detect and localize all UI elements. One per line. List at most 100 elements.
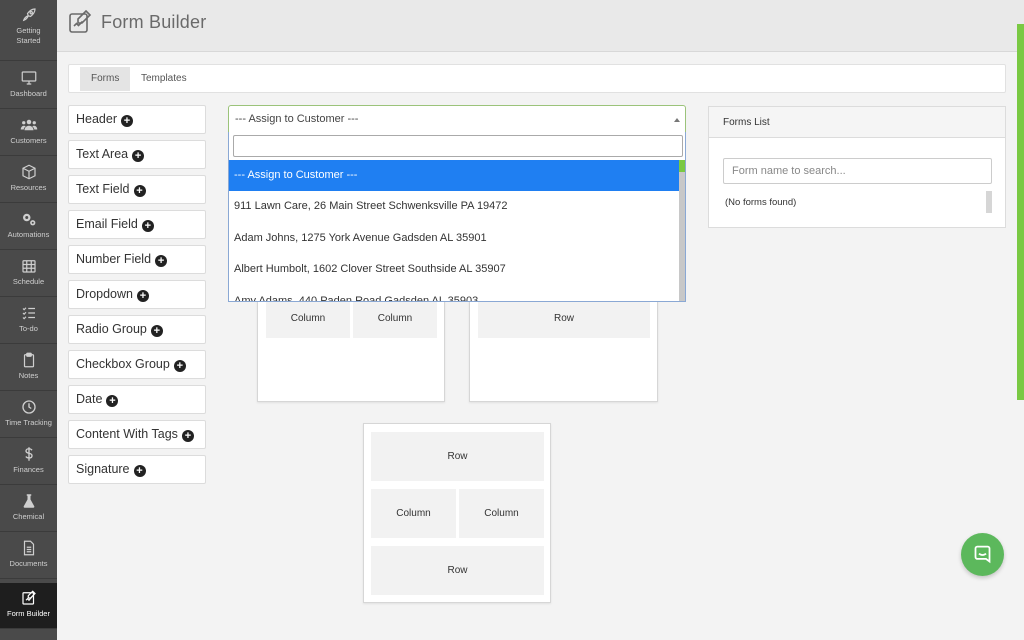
dropdown-scrollbar-marker xyxy=(679,160,685,172)
add-signature-button[interactable]: Signature + xyxy=(68,455,206,484)
add-text-field-button[interactable]: Text Field + xyxy=(68,175,206,204)
sidebar-item-label: Getting xyxy=(16,26,41,35)
sidebar-item-label: Automations xyxy=(7,230,50,239)
form-search-input[interactable] xyxy=(723,158,992,184)
sidebar-item-chemical[interactable]: Chemical xyxy=(0,486,57,532)
sidebar-item-label: Resources xyxy=(10,183,47,192)
field-label: Number Field xyxy=(76,252,152,266)
sidebar-item-label: Form Builder xyxy=(7,609,50,618)
sidebar-item-resources[interactable]: Resources xyxy=(0,157,57,203)
sidebar-item-dashboard[interactable]: Dashboard xyxy=(0,63,57,109)
layout-column: Column xyxy=(266,298,350,338)
dropdown-option[interactable]: --- Assign to Customer --- xyxy=(229,160,679,191)
page-title: Form Builder xyxy=(101,12,207,32)
dropdown-option[interactable]: Adam Johns, 1275 York Avenue Gadsden AL … xyxy=(229,223,679,254)
monitor-icon xyxy=(21,71,36,85)
layout-column: Column xyxy=(371,489,456,538)
sidebar-item-label: Started xyxy=(16,36,41,45)
sidebar-item-time-tracking[interactable]: Time Tracking xyxy=(0,392,57,438)
field-label: Checkbox Group xyxy=(76,357,170,371)
add-radio-group-button[interactable]: Radio Group + xyxy=(68,315,206,344)
sidebar-item-label: Dashboard xyxy=(10,89,47,98)
field-label: Text Field xyxy=(76,182,130,196)
plus-icon: + xyxy=(132,150,145,162)
dropdown-scrollbar[interactable] xyxy=(679,160,685,301)
clipboard-icon xyxy=(23,352,34,368)
sidebar-item-form-builder[interactable]: Form Builder xyxy=(0,583,57,629)
gears-icon xyxy=(22,213,35,226)
sidebar-item-todo[interactable]: To-do xyxy=(0,298,57,344)
add-date-button[interactable]: Date + xyxy=(68,385,206,414)
dropdown-option[interactable]: Albert Humbolt, 1602 Clover Street South… xyxy=(229,254,679,285)
forms-list-title: Forms List xyxy=(709,107,1005,138)
layout-row: Row xyxy=(478,298,650,338)
layout-column: Column xyxy=(353,298,437,338)
sidebar-item-label: Notes xyxy=(18,371,39,380)
plus-icon: + xyxy=(150,325,163,337)
form-builder-icon xyxy=(21,590,36,605)
plus-icon: + xyxy=(106,395,119,407)
assign-customer-select[interactable]: --- Assign to Customer --- xyxy=(228,105,686,133)
chat-icon xyxy=(974,545,991,564)
customer-dropdown-panel: --- Assign to Customer --- 911 Lawn Care… xyxy=(228,132,686,302)
plus-icon: + xyxy=(136,290,149,302)
field-label: Signature xyxy=(76,462,130,476)
tab-forms[interactable]: Forms xyxy=(80,67,131,91)
rocket-icon xyxy=(22,8,36,22)
plus-icon: + xyxy=(121,115,133,127)
field-label: Dropdown xyxy=(76,287,133,301)
field-label: Date xyxy=(76,392,103,406)
add-email-field-button[interactable]: Email Field + xyxy=(68,210,206,239)
sidebar-item-label: Time Tracking xyxy=(5,418,52,427)
add-checkbox-group-button[interactable]: Checkbox Group + xyxy=(68,350,206,379)
layout-column: Column xyxy=(459,489,544,538)
box-icon xyxy=(21,164,36,180)
tab-bar: Forms Templates xyxy=(68,64,1006,93)
plus-icon: + xyxy=(133,185,146,197)
add-number-field-button[interactable]: Number Field + xyxy=(68,245,206,274)
layout-row: Row xyxy=(371,546,544,595)
layout-row: Row xyxy=(371,432,544,481)
add-dropdown-button[interactable]: Dropdown + xyxy=(68,280,206,309)
sidebar-item-customers[interactable]: Customers xyxy=(0,110,57,156)
sidebar-item-notes[interactable]: Notes xyxy=(0,345,57,391)
select-value: --- Assign to Customer --- xyxy=(235,113,359,125)
add-content-with-tags-button[interactable]: Content With Tags + xyxy=(68,420,206,449)
plus-icon: + xyxy=(133,465,146,477)
clock-icon xyxy=(21,400,36,414)
sidebar-item-schedule[interactable]: Schedule xyxy=(0,251,57,297)
sidebar-item-label: Finances xyxy=(13,465,44,474)
dropdown-option[interactable]: 911 Lawn Care, 26 Main Street Schwenksvi… xyxy=(229,191,679,222)
sidebar-item-getting-started[interactable]: Getting Started xyxy=(0,0,57,61)
field-label: Content With Tags xyxy=(76,427,178,441)
forms-list-panel: Forms List (No forms found) xyxy=(708,106,1006,228)
accent-top xyxy=(1017,0,1024,24)
tab-templates[interactable]: Templates xyxy=(130,67,198,91)
field-label: Email Field xyxy=(76,217,138,231)
plus-icon: + xyxy=(173,360,186,372)
page-header: Form Builder xyxy=(57,0,1024,52)
dropdown-option[interactable]: Amy Adams, 440 Paden Road Gadsden AL 359… xyxy=(229,286,679,301)
sidebar-item-finances[interactable]: Finances xyxy=(0,439,57,485)
calendar-icon xyxy=(21,260,36,273)
customer-search-input[interactable] xyxy=(233,135,683,157)
add-header-button[interactable]: Header + xyxy=(68,105,206,134)
add-text-area-button[interactable]: Text Area + xyxy=(68,140,206,169)
chat-button[interactable] xyxy=(961,533,1004,576)
accent-bar xyxy=(1017,24,1024,400)
sidebar-item-automations[interactable]: Automations xyxy=(0,204,57,250)
layout-row-columns-row[interactable]: Row Column Column Row xyxy=(363,423,551,603)
plus-icon: + xyxy=(141,220,154,232)
dollar-icon xyxy=(24,447,33,461)
field-label: Radio Group xyxy=(76,322,147,336)
field-label: Header xyxy=(76,112,117,126)
sidebar-item-documents[interactable]: Documents xyxy=(0,533,57,579)
sidebar-item-label: Chemical xyxy=(12,512,45,521)
flask-icon xyxy=(23,494,34,508)
checklist-icon xyxy=(22,307,35,320)
empty-state-text: (No forms found) xyxy=(725,197,797,208)
form-builder-icon xyxy=(69,9,92,33)
forms-list-scrollbar[interactable] xyxy=(986,191,992,213)
sidebar-item-label: Customers xyxy=(10,136,47,145)
sidebar-item-label: To-do xyxy=(19,324,38,333)
